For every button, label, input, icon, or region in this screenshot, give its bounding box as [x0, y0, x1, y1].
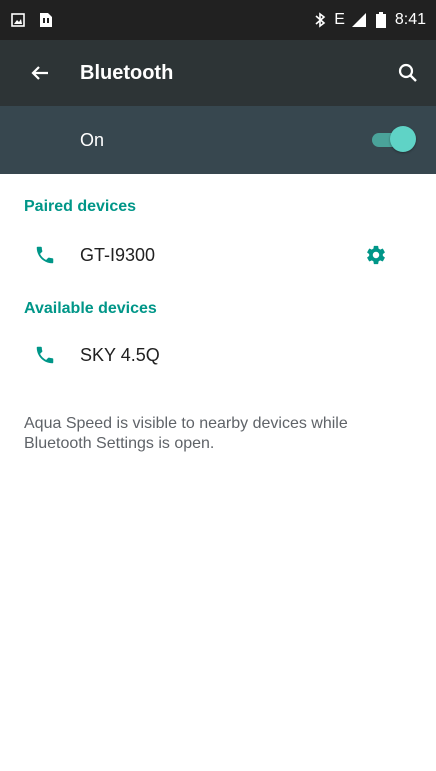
phone-icon — [0, 344, 80, 366]
bluetooth-switch[interactable] — [372, 126, 416, 154]
device-name: SKY 4.5Q — [80, 344, 160, 365]
image-notification-icon — [10, 12, 26, 28]
app-bar: Bluetooth — [0, 40, 436, 106]
bluetooth-icon — [312, 12, 328, 28]
sim-card-icon — [38, 12, 54, 28]
device-row-paired[interactable]: GT-I9300 — [0, 228, 436, 282]
network-type-label: E — [334, 11, 345, 28]
page-title: Bluetooth — [80, 61, 174, 84]
device-settings-button[interactable] — [344, 228, 408, 282]
signal-icon — [351, 12, 367, 28]
search-icon — [398, 63, 417, 82]
available-devices-header: Available devices — [24, 300, 157, 317]
paired-devices-header: Paired devices — [24, 198, 137, 215]
gear-icon — [367, 245, 385, 265]
device-row-available[interactable]: SKY 4.5Q — [0, 328, 436, 382]
toggle-label: On — [80, 129, 105, 150]
search-button[interactable] — [380, 40, 436, 106]
status-bar: E 8:41 — [0, 0, 436, 40]
bluetooth-toggle-row[interactable]: On — [0, 106, 436, 174]
status-left-icons — [10, 12, 54, 28]
battery-icon — [373, 12, 389, 28]
phone-icon — [0, 244, 80, 266]
device-name: GT-I9300 — [80, 244, 156, 265]
status-time: 8:41 — [394, 11, 426, 28]
switch-thumb — [390, 126, 416, 152]
back-arrow-icon — [31, 66, 48, 80]
visibility-note: Aqua Speed is visible to nearby devices … — [24, 415, 348, 452]
back-button[interactable] — [0, 40, 80, 106]
status-right-icons: E 8:41 — [312, 11, 426, 29]
